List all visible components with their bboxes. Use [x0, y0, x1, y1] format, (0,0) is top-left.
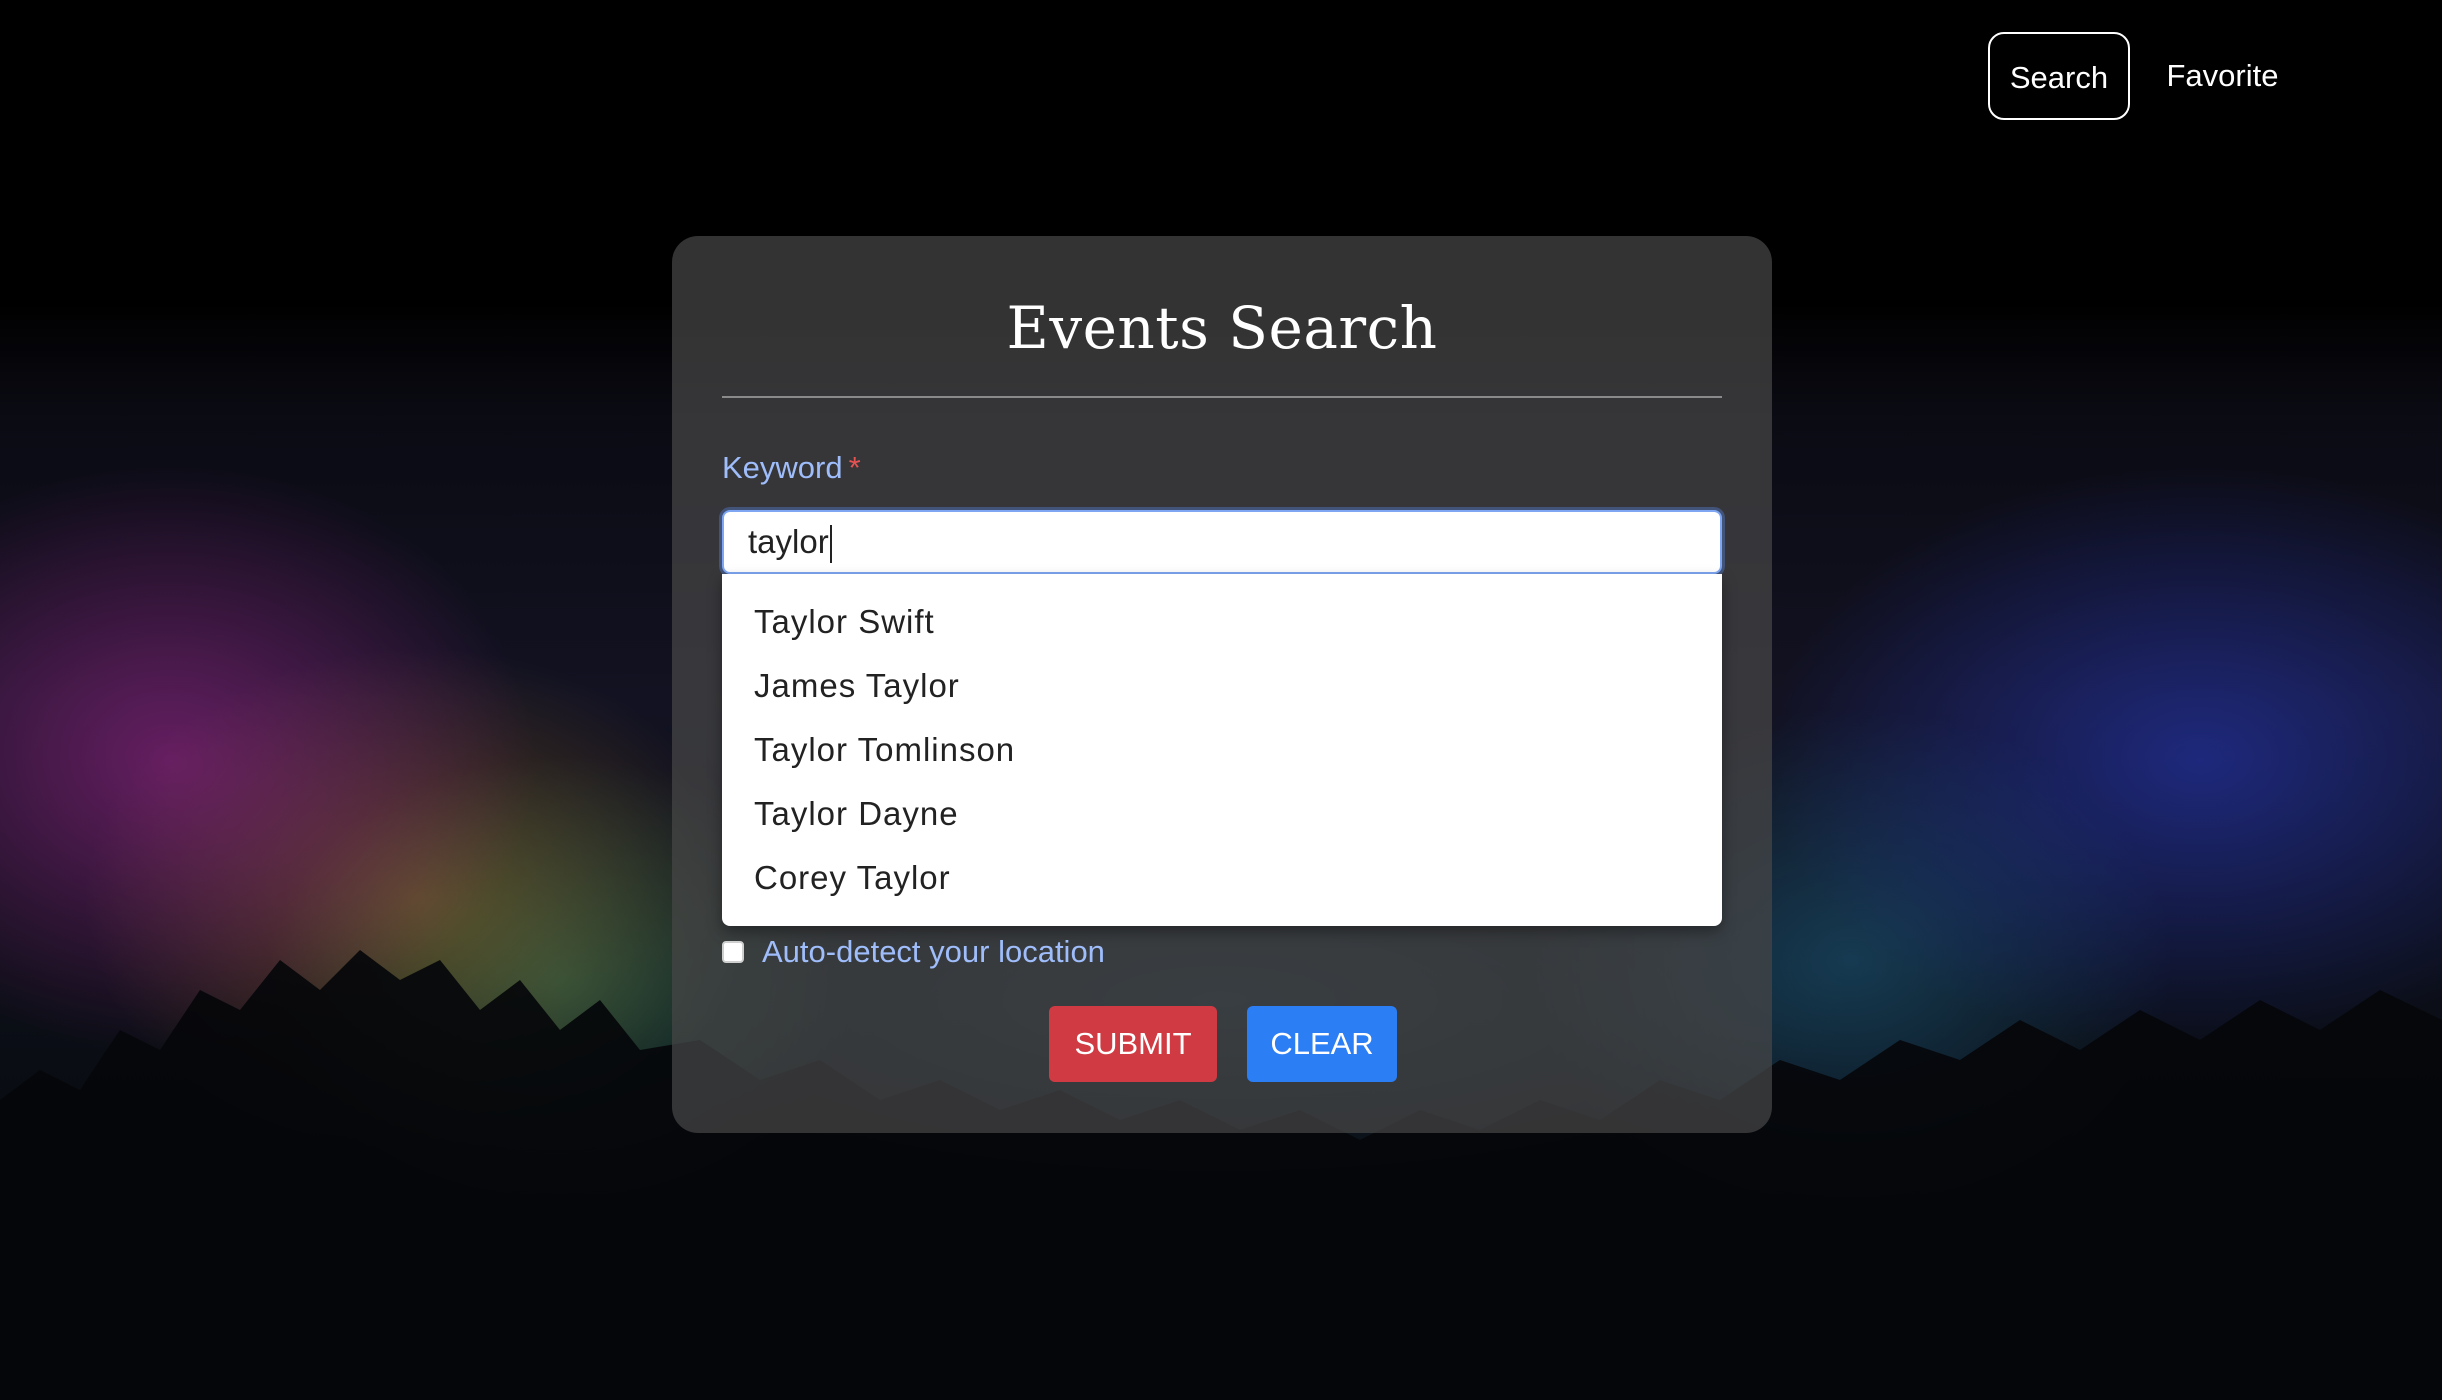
keyword-label-text: Keyword: [722, 450, 843, 485]
suggestion-option[interactable]: Taylor Dayne: [722, 782, 1722, 846]
title-divider: [722, 396, 1722, 398]
page: Search Favorite Events Search Keyword * t…: [0, 0, 2442, 1400]
text-caret: [829, 525, 832, 564]
search-form-card: Events Search Keyword * taylor Taylor Swi…: [672, 236, 1772, 1133]
submit-button[interactable]: SUBMIT: [1049, 1006, 1217, 1082]
keyword-label: Keyword *: [722, 450, 861, 486]
suggestion-option[interactable]: James Taylor: [722, 654, 1722, 718]
top-nav: Search Favorite: [0, 32, 2442, 122]
suggestion-option[interactable]: Corey Taylor: [722, 846, 1722, 910]
suggestion-option[interactable]: Taylor Swift: [722, 590, 1722, 654]
autodetect-checkbox[interactable]: [722, 941, 744, 963]
autocomplete-dropdown: Taylor Swift James Taylor Taylor Tomlins…: [722, 574, 1722, 926]
nav-search-button[interactable]: Search: [1988, 32, 2130, 120]
form-title: Events Search: [1006, 294, 1438, 362]
nav-favorite-button[interactable]: Favorite: [2150, 32, 2295, 120]
clear-button[interactable]: CLEAR: [1247, 1006, 1397, 1082]
required-asterisk: *: [848, 450, 861, 485]
keyword-input-value: taylor: [748, 523, 829, 560]
keyword-input[interactable]: taylor: [722, 510, 1722, 574]
autodetect-label[interactable]: Auto-detect your location: [762, 934, 1105, 970]
suggestion-option[interactable]: Taylor Tomlinson: [722, 718, 1722, 782]
autodetect-row: Auto-detect your location: [722, 932, 1105, 972]
